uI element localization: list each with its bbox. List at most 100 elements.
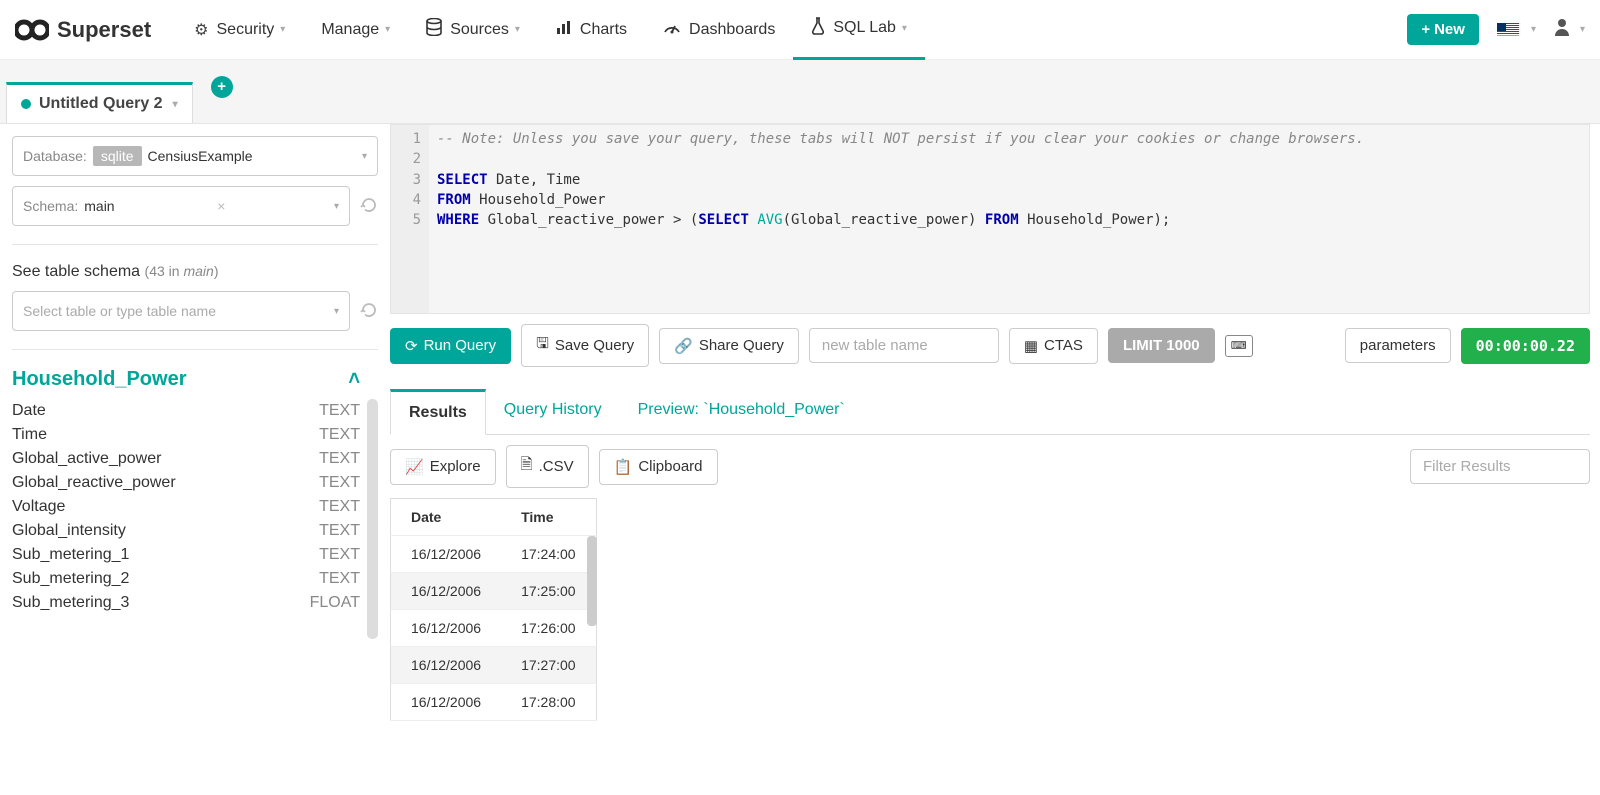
nav-charts-label: Charts: [580, 21, 627, 39]
result-tools: 📈 Explore 🗎 .CSV 📋 Clipboard: [390, 435, 1590, 498]
refresh-tables-button[interactable]: [360, 301, 378, 322]
dashboard-icon: [663, 19, 681, 40]
column-row[interactable]: Voltage TEXT: [12, 495, 360, 519]
locale-selector[interactable]: ▾: [1497, 23, 1536, 37]
user-menu[interactable]: ▾: [1554, 18, 1585, 41]
flag-us-icon: [1497, 23, 1519, 37]
nav-dashboards[interactable]: Dashboards: [645, 0, 793, 60]
clear-icon[interactable]: ×: [217, 198, 225, 214]
bar-chart-icon: [556, 19, 572, 40]
csv-button[interactable]: 🗎 .CSV: [506, 445, 589, 488]
column-row[interactable]: Global_active_powerTEXT: [12, 447, 360, 471]
new-table-name-input[interactable]: [809, 328, 999, 363]
column-type: TEXT: [319, 546, 360, 564]
query-toolbar: ⟳ Run Query 🖫 Save Query 🔗 Share Query ▦…: [390, 314, 1590, 377]
brand-logo[interactable]: Superset: [15, 17, 151, 43]
filter-results-input[interactable]: [1410, 449, 1590, 484]
nav-security-label: Security: [217, 21, 275, 39]
keyboard-shortcuts-button[interactable]: ⌨: [1225, 335, 1253, 357]
column-type: TEXT: [319, 570, 360, 588]
clipboard-button[interactable]: 📋 Clipboard: [599, 449, 718, 485]
column-row[interactable]: DateTEXT: [12, 399, 360, 423]
share-query-button[interactable]: 🔗 Share Query: [659, 328, 799, 364]
column-type: TEXT: [319, 498, 360, 516]
column-row[interactable]: TimeTEXT: [12, 423, 360, 447]
column-name: Sub_metering_3: [12, 594, 129, 612]
tab-results[interactable]: Results: [390, 389, 486, 435]
column-row[interactable]: Global_intensityTEXT: [12, 519, 360, 543]
table-row[interactable]: 16/12/200617:26:00: [391, 610, 597, 647]
nav-sql-lab-label: SQL Lab: [833, 19, 896, 37]
column-name: Time: [12, 426, 47, 444]
column-row[interactable]: Sub_metering_1TEXT: [12, 543, 360, 567]
nav-sources-label: Sources: [450, 21, 509, 39]
table-header[interactable]: Household_Power ˄: [12, 368, 378, 391]
nav-charts[interactable]: Charts: [538, 0, 645, 60]
column-row[interactable]: Sub_metering_2 TEXT: [12, 567, 360, 591]
ctas-label: CTAS: [1044, 337, 1083, 354]
table-row[interactable]: 16/12/200617:25:00: [391, 573, 597, 610]
query-tab[interactable]: Untitled Query 2 ▾: [6, 82, 193, 123]
column-type: FLOAT: [310, 594, 360, 612]
grid-icon: ▦: [1024, 337, 1038, 355]
table-header-cell[interactable]: Date: [391, 499, 502, 536]
see-schema-label: See table schema: [12, 263, 140, 280]
results-table: DateTime 16/12/200617:24:0016/12/200617:…: [390, 498, 597, 721]
tab-preview[interactable]: Preview: `Household_Power`: [620, 389, 863, 434]
schema-label: Schema:: [23, 198, 78, 214]
parameters-button[interactable]: parameters: [1345, 328, 1451, 363]
table-header-cell[interactable]: Time: [501, 499, 596, 536]
chevron-down-icon: ▾: [902, 23, 907, 34]
column-row[interactable]: Global_reactive_powerTEXT: [12, 471, 360, 495]
scrollbar[interactable]: [367, 399, 378, 639]
chevron-down-icon: ▾: [385, 24, 390, 35]
see-schema-header: See table schema (43 in main): [12, 263, 378, 281]
code-area[interactable]: -- Note: Unless you save your query, the…: [429, 125, 1372, 313]
chevron-down-icon: ▾: [334, 201, 339, 212]
database-icon: [426, 18, 442, 41]
chevron-down-icon: ▾: [280, 24, 285, 35]
params-label: parameters: [1360, 337, 1436, 354]
table-row[interactable]: 16/12/200617:27:00: [391, 647, 597, 684]
table-cell: 17:24:00: [501, 536, 596, 573]
table-selector[interactable]: Select table or type table name ▾: [12, 291, 350, 331]
result-tabs: Results Query History Preview: `Househol…: [390, 389, 1590, 435]
limit-label: LIMIT 1000: [1123, 337, 1200, 354]
table-cell: 16/12/2006: [391, 536, 502, 573]
plus-icon: +: [1421, 21, 1430, 38]
nav-manage[interactable]: Manage ▾: [303, 0, 408, 60]
table-row[interactable]: 16/12/200617:28:00: [391, 684, 597, 721]
ctas-button[interactable]: ▦ CTAS: [1009, 328, 1098, 364]
column-row[interactable]: Sub_metering_3 FLOAT: [12, 591, 360, 615]
plus-circle-icon: +: [211, 76, 233, 98]
column-type: TEXT: [319, 474, 360, 492]
sql-editor[interactable]: 1 2 3 4 5 -- Note: Unless you save your …: [390, 124, 1590, 314]
table-row[interactable]: 16/12/200617:24:00: [391, 536, 597, 573]
new-button[interactable]: + New: [1407, 14, 1479, 45]
limit-button[interactable]: LIMIT 1000: [1108, 328, 1215, 363]
file-icon: 🗎: [521, 454, 533, 479]
table-cell: 17:25:00: [501, 573, 596, 610]
chevron-down-icon: ▾: [1531, 24, 1536, 35]
tab-query-history[interactable]: Query History: [486, 389, 620, 434]
schema-selector[interactable]: Schema: main × ▾: [12, 186, 350, 226]
refresh-icon: ⟳: [405, 337, 418, 355]
timer-label: 00:00:00.22: [1476, 337, 1575, 355]
explore-button[interactable]: 📈 Explore: [390, 449, 496, 485]
nav-sources[interactable]: Sources ▾: [408, 0, 538, 60]
nav-security[interactable]: ⚙ Security ▾: [176, 0, 303, 60]
scrollbar[interactable]: [587, 536, 597, 626]
column-name: Sub_metering_2: [12, 570, 129, 588]
run-query-button[interactable]: ⟳ Run Query: [390, 328, 511, 364]
query-tabs-bar: Untitled Query 2 ▾ +: [0, 60, 1600, 124]
table-cell: 17:27:00: [501, 647, 596, 684]
clipboard-icon: 📋: [614, 458, 633, 476]
database-selector[interactable]: Database: sqlite CensiusExample ▾: [12, 136, 378, 176]
column-name: Voltage: [12, 498, 65, 516]
table-cell: 17:26:00: [501, 610, 596, 647]
save-query-button[interactable]: 🖫 Save Query: [521, 324, 649, 367]
refresh-schema-button[interactable]: [360, 196, 378, 217]
add-tab-button[interactable]: +: [211, 76, 233, 98]
nav-sql-lab[interactable]: SQL Lab ▾: [793, 0, 925, 60]
main-panel: 1 2 3 4 5 -- Note: Unless you save your …: [390, 124, 1600, 724]
